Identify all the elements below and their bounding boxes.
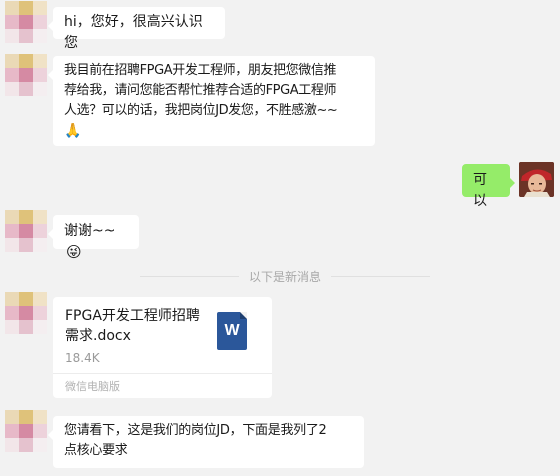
message-bubble[interactable]: 您请看下，这是我们的岗位JD，下面是我列了2 点核心要求 <box>48 416 364 468</box>
message-line: 荐给我，请问您能否帮忙推荐合适的FPGA工程师 <box>64 83 337 98</box>
file-name-line: 需求.docx <box>65 328 131 344</box>
message-line: 人选？可以的话，我把岗位JD发您，不胜感激~~ <box>64 103 338 118</box>
contact-avatar[interactable] <box>5 292 47 334</box>
file-card-divider <box>53 373 272 374</box>
message-bubble[interactable]: 我目前在招聘FPGA开发工程师，朋友把您微信推 荐给我，请问您能否帮忙推荐合适的… <box>48 56 375 146</box>
folded-hands-emoji-icon: 🙏 <box>64 123 82 139</box>
message-line: 我目前在招聘FPGA开发工程师，朋友把您微信推 <box>64 63 337 78</box>
message-text: 可以 <box>473 172 487 209</box>
divider-label: 以下是新消息 <box>249 269 322 284</box>
contact-avatar[interactable] <box>5 210 47 252</box>
my-avatar[interactable] <box>519 162 554 197</box>
new-messages-divider: 以下是新消息 <box>140 268 431 284</box>
message-text: hi，您好，很高兴认识您 <box>64 14 203 51</box>
portrait-avatar-icon <box>519 162 554 197</box>
file-source: 微信电脑版 <box>65 380 120 393</box>
divider-line <box>140 275 239 277</box>
message-line: 点核心要求 <box>64 443 128 458</box>
message-bubble[interactable]: hi，您好，很高兴认识您 <box>48 7 225 51</box>
file-name-line: FPGA开发工程师招聘 <box>65 308 200 324</box>
message-bubble[interactable]: 谢谢~~ 😜 <box>48 215 139 261</box>
my-message-bubble[interactable]: 可以 <box>462 164 515 209</box>
message-line: 您请看下，这是我们的岗位JD，下面是我列了2 <box>64 423 327 438</box>
word-doc-icon: W <box>217 312 247 350</box>
file-name: FPGA开发工程师招聘 需求.docx <box>65 306 205 346</box>
winking-tongue-emoji-icon: 😜 <box>66 243 82 261</box>
contact-avatar[interactable] <box>5 54 47 96</box>
word-doc-letter: W <box>224 322 240 339</box>
contact-avatar[interactable] <box>5 1 47 43</box>
contact-avatar[interactable] <box>5 410 47 452</box>
file-message-card[interactable]: FPGA开发工程师招聘 需求.docx 18.4K W 微信电脑版 <box>53 297 272 398</box>
file-size: 18.4K <box>65 351 100 365</box>
message-text: 谢谢~~ <box>64 223 116 239</box>
divider-line <box>331 275 431 277</box>
